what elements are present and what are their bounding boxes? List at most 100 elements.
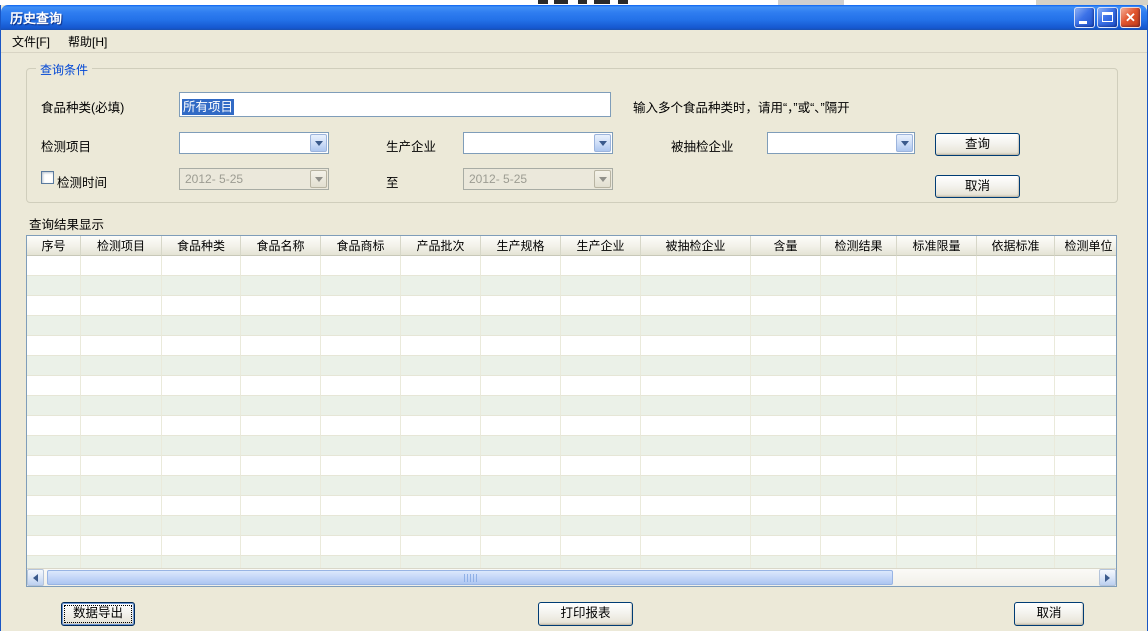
horizontal-scrollbar[interactable] (27, 568, 1116, 586)
table-cell (897, 276, 977, 296)
table-cell (481, 496, 561, 516)
table-cell (561, 456, 641, 476)
table-cell (401, 396, 481, 416)
table-cell (81, 516, 162, 536)
query-button[interactable]: 查询 (935, 133, 1020, 156)
table-cell (561, 356, 641, 376)
cancel-button[interactable]: 取消 (1014, 602, 1084, 626)
chevron-down-icon[interactable] (310, 134, 327, 152)
table-cell (27, 336, 81, 356)
table-cell (321, 316, 401, 336)
table-cell (751, 356, 821, 376)
table-cell (641, 336, 751, 356)
food-type-selected-text: 所有项目 (182, 99, 234, 115)
scroll-right-button[interactable] (1099, 569, 1116, 586)
column-header[interactable]: 食品种类 (162, 236, 241, 256)
table-cell (162, 276, 241, 296)
table-cell (81, 316, 162, 336)
print-report-button[interactable]: 打印报表 (538, 602, 633, 626)
table-cell (561, 296, 641, 316)
table-cell (1055, 476, 1116, 496)
table-cell (751, 276, 821, 296)
test-time-checkbox[interactable] (41, 171, 54, 184)
scrollbar-track[interactable] (44, 569, 1099, 586)
cancel-query-button[interactable]: 取消 (935, 175, 1020, 198)
table-cell (751, 376, 821, 396)
table-cell (81, 396, 162, 416)
table-cell (977, 556, 1055, 568)
background-text-fragment (578, 0, 587, 4)
table-cell (481, 396, 561, 416)
minimize-button[interactable] (1074, 7, 1095, 28)
table-cell (162, 396, 241, 416)
table-cell (977, 516, 1055, 536)
table-cell (27, 296, 81, 316)
table-cell (27, 516, 81, 536)
table-cell (321, 396, 401, 416)
table-cell (821, 436, 897, 456)
table-cell (821, 536, 897, 556)
date-to-value: 2012- 5-25 (469, 172, 527, 186)
content-area: 查询条件 食品种类(必填) 所有项目 输入多个食品种类时，请用“，”或“、”隔开… (1, 53, 1147, 631)
table-cell (81, 256, 162, 276)
table-cell (162, 296, 241, 316)
table-cell (81, 416, 162, 436)
column-header[interactable]: 依据标准 (977, 236, 1055, 256)
food-type-input[interactable]: 所有项目 (179, 92, 611, 117)
scrollbar-thumb[interactable] (47, 570, 893, 585)
producer-label: 生产企业 (386, 136, 436, 155)
table-cell (241, 296, 321, 316)
table-row (27, 376, 1116, 396)
table-cell (241, 456, 321, 476)
chevron-down-icon[interactable] (896, 134, 913, 152)
column-header[interactable]: 产品批次 (401, 236, 481, 256)
table-cell (977, 476, 1055, 496)
table-cell (821, 476, 897, 496)
chevron-down-icon[interactable] (594, 134, 611, 152)
column-header[interactable]: 检测结果 (821, 236, 897, 256)
column-header[interactable]: 标准限量 (897, 236, 977, 256)
table-cell (821, 516, 897, 536)
maximize-button[interactable] (1097, 7, 1118, 28)
sampled-company-dropdown[interactable] (767, 132, 915, 154)
table-cell (561, 476, 641, 496)
table-cell (1055, 376, 1116, 396)
table-cell (401, 256, 481, 276)
table-cell (81, 356, 162, 376)
table-cell (641, 356, 751, 376)
menu-help[interactable]: 帮助[H] (59, 29, 116, 54)
column-header[interactable]: 生产企业 (561, 236, 641, 256)
close-button[interactable]: ✕ (1120, 7, 1141, 28)
table-cell (1055, 336, 1116, 356)
column-header[interactable]: 检测项目 (81, 236, 162, 256)
column-header[interactable]: 含量 (751, 236, 821, 256)
column-header[interactable]: 生产规格 (481, 236, 561, 256)
table-cell (162, 456, 241, 476)
column-header[interactable]: 食品商标 (321, 236, 401, 256)
table-row (27, 536, 1116, 556)
table-cell (241, 476, 321, 496)
table-cell (751, 456, 821, 476)
export-data-button[interactable]: 数据导出 (61, 602, 135, 626)
table-cell (751, 316, 821, 336)
scroll-left-button[interactable] (27, 569, 44, 586)
column-header[interactable]: 被抽检企业 (641, 236, 751, 256)
titlebar[interactable]: 历史查询 ✕ (1, 5, 1147, 30)
table-cell (641, 416, 751, 436)
table-cell (897, 456, 977, 476)
table-cell (241, 556, 321, 568)
results-table-body (27, 256, 1116, 568)
table-cell (27, 416, 81, 436)
column-header[interactable]: 检测单位 (1055, 236, 1116, 256)
table-cell (401, 476, 481, 496)
column-header[interactable]: 序号 (27, 236, 81, 256)
table-cell (241, 396, 321, 416)
column-header[interactable]: 食品名称 (241, 236, 321, 256)
table-cell (897, 376, 977, 396)
table-cell (481, 536, 561, 556)
producer-dropdown[interactable] (463, 132, 613, 154)
menu-file[interactable]: 文件[F] (3, 29, 59, 54)
table-cell (81, 276, 162, 296)
test-item-dropdown[interactable] (179, 132, 329, 154)
table-cell (977, 276, 1055, 296)
